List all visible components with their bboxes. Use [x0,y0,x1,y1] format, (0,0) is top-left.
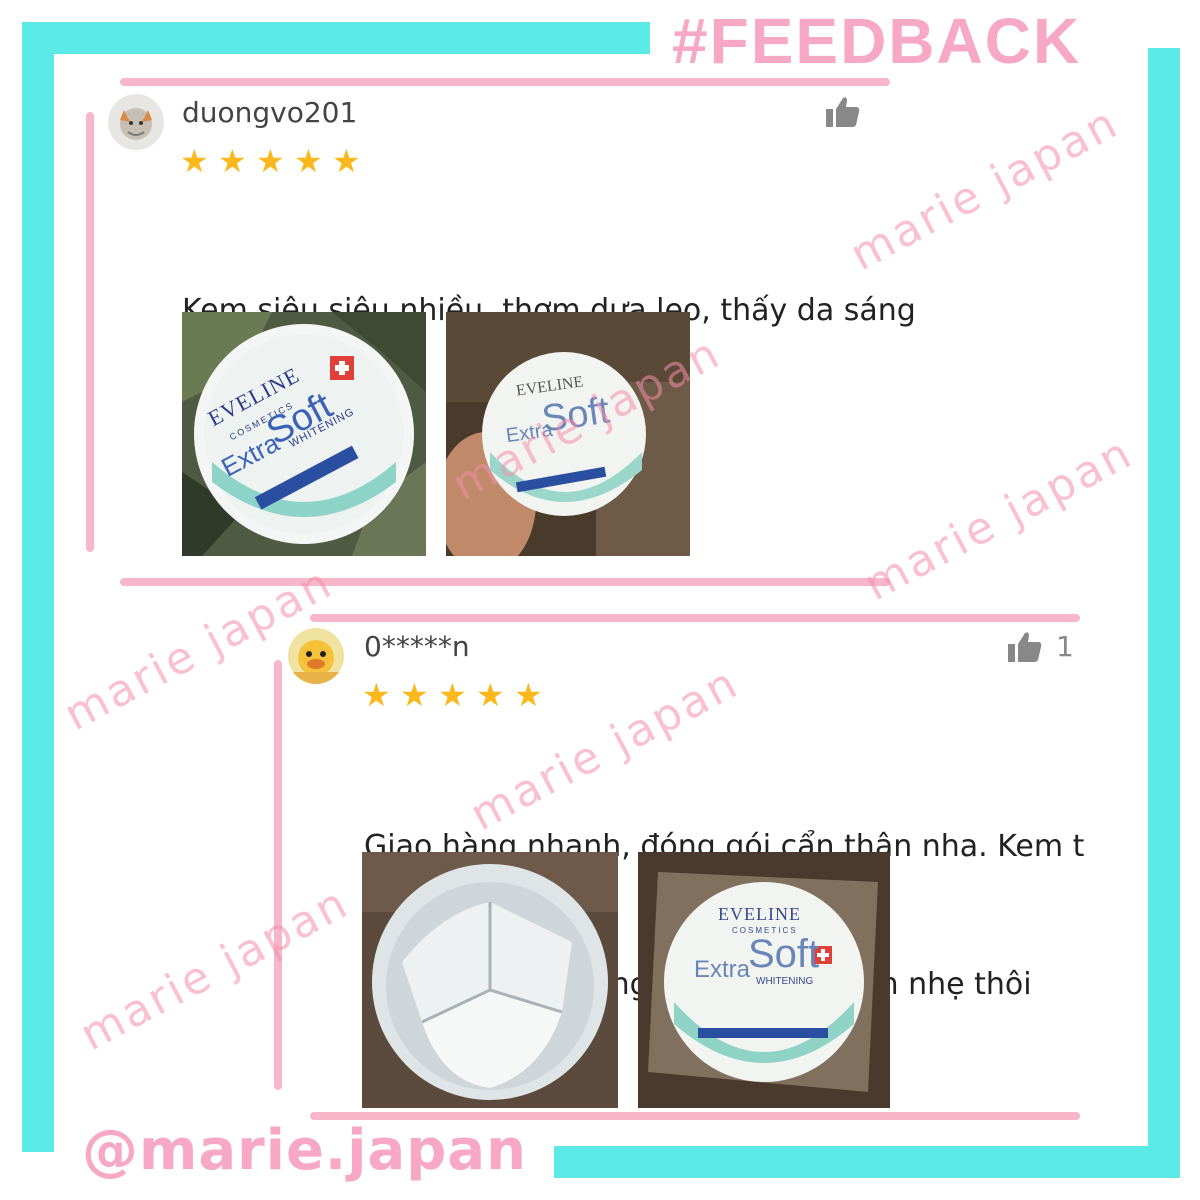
reviewer-username[interactable]: 0*****n [364,630,470,663]
watermark: marie japan [72,876,358,1061]
frame-top-left-bar [22,22,650,54]
review-photo[interactable] [362,852,618,1108]
frame-bottom-right-bar [554,1146,1180,1178]
product-variant-label: WHITENING [756,976,814,987]
like-count: 1 [1056,630,1074,663]
review-photo[interactable]: EVELINE COSMETICS Extra Soft WHITENING [638,852,890,1108]
like-button[interactable] [826,96,874,128]
star-icon: ★ [476,676,505,714]
star-rating: ★ ★ ★ ★ ★ [180,142,362,180]
thumbs-up-icon [826,97,860,127]
star-icon: ★ [180,142,209,180]
product-brand-label: EVELINE [718,904,801,924]
star-icon: ★ [294,142,323,180]
instagram-handle: @marie.japan [82,1118,527,1183]
card-1-top-border [120,78,890,86]
feedback-hashtag: #FEEDBACK [672,5,1082,77]
review-photo[interactable]: EVELINE COSMETICS Extra Soft WHITENING [182,312,426,556]
reviewer-username[interactable]: duongvo201 [182,96,357,129]
card-1-left-border [86,112,94,552]
star-icon: ★ [514,676,543,714]
like-button[interactable]: 1 [1008,630,1074,663]
avatar[interactable] [288,628,344,684]
card-2-left-border [274,660,282,1090]
star-icon: ★ [400,676,429,714]
star-icon: ★ [438,676,467,714]
star-icon: ★ [332,142,361,180]
card-2-bottom-border [310,1112,1080,1120]
card-2-top-border [310,614,1080,622]
thumbs-up-icon [1008,631,1042,662]
avatar-image [108,94,164,150]
star-rating: ★ ★ ★ ★ ★ [362,676,544,714]
product-line1-label: Extra [694,956,751,983]
opened-jar-photo [362,852,618,1108]
watermark: marie japan [842,96,1128,281]
frame-right-bar [1148,48,1180,1178]
frame-left-bar [22,22,54,1152]
star-icon: ★ [256,142,285,180]
star-icon: ★ [362,676,391,714]
avatar-image [288,628,344,684]
card-1-bottom-border [120,578,890,586]
star-icon: ★ [218,142,247,180]
product-line2-label: Soft [748,932,820,976]
avatar[interactable] [108,94,164,150]
